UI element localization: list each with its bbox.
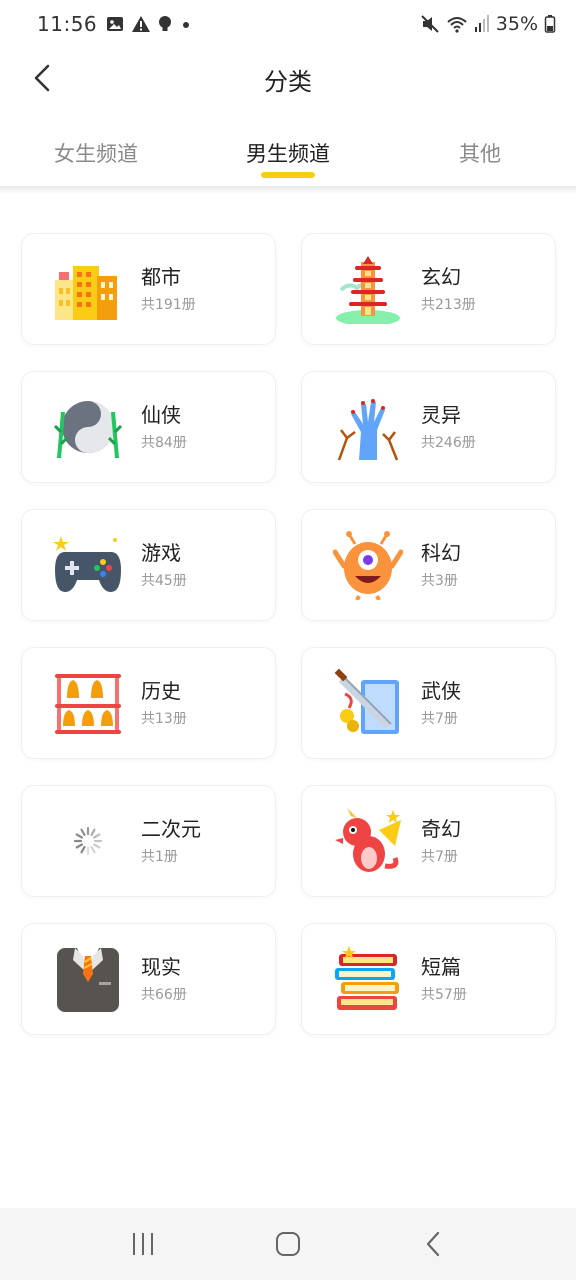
warning-icon <box>132 16 151 32</box>
status-left-icons <box>106 15 193 33</box>
bulb-icon <box>159 16 172 31</box>
category-count: 共213册 <box>421 297 476 313</box>
category-name: 现实 <box>141 955 181 979</box>
category-name: 武侠 <box>421 679 461 703</box>
wifi-icon <box>447 17 467 33</box>
category-card-youxi[interactable]: 游戏 共45册 <box>22 510 275 620</box>
mute-icon <box>421 15 439 33</box>
category-name: 灵异 <box>421 403 461 427</box>
system-back-button[interactable] <box>403 1214 463 1274</box>
tab-female-channel[interactable]: 女生频道 <box>0 126 192 188</box>
chime-bells-icon <box>55 674 121 734</box>
home-icon <box>275 1232 300 1256</box>
zombie-hand-icon <box>337 399 399 461</box>
active-tab-indicator <box>261 172 315 178</box>
category-name: 玄幻 <box>421 265 461 289</box>
pagoda-icon <box>336 256 400 324</box>
recent-apps-icon <box>132 1233 153 1255</box>
back-icon <box>427 1231 440 1257</box>
alien-monster-icon <box>333 531 403 600</box>
book-stack-icon <box>335 946 399 1010</box>
category-card-lishi[interactable]: 历史 共13册 <box>22 648 275 758</box>
category-grid: 都市 共191册 玄幻 共213册 仙侠 共84册 灵异 共246册 游戏 共4… <box>22 234 555 1034</box>
category-card-duanpian[interactable]: 短篇 共57册 <box>302 924 555 1034</box>
system-nav-bar <box>0 1208 576 1280</box>
signal-icon <box>474 15 489 32</box>
header: 分类 <box>0 48 576 110</box>
category-count: 共66册 <box>141 987 187 1003</box>
category-name: 奇幻 <box>421 817 461 841</box>
status-time: 11:56 <box>37 12 98 36</box>
category-card-erciyuan[interactable]: 二次元 共1册 <box>22 786 275 896</box>
dragon-icon <box>335 808 401 872</box>
image-icon <box>107 17 124 31</box>
category-count: 共7册 <box>421 849 458 865</box>
category-card-xianxia[interactable]: 仙侠 共84册 <box>22 372 275 482</box>
category-card-qihuan[interactable]: 奇幻 共7册 <box>302 786 555 896</box>
category-card-xuanhuan[interactable]: 玄幻 共213册 <box>302 234 555 344</box>
home-button[interactable] <box>258 1214 318 1274</box>
battery-percent: 35% <box>495 13 538 35</box>
tabs-divider <box>0 186 576 194</box>
city-buildings-icon <box>55 266 117 320</box>
category-count: 共45册 <box>141 573 187 589</box>
category-card-xianshi[interactable]: 现实 共66册 <box>22 924 275 1034</box>
tab-label: 其他 <box>459 142 501 166</box>
category-name: 短篇 <box>421 955 461 979</box>
battery-icon <box>544 15 556 33</box>
category-count: 共57册 <box>421 987 467 1003</box>
category-card-wuxia[interactable]: 武侠 共7册 <box>302 648 555 758</box>
category-name: 二次元 <box>141 817 201 841</box>
category-count: 共13册 <box>141 711 187 727</box>
category-name: 游戏 <box>141 541 181 565</box>
category-count: 共191册 <box>141 297 196 313</box>
tab-other[interactable]: 其他 <box>384 126 576 188</box>
loading-spinner-icon <box>73 826 103 856</box>
yin-yang-icon <box>53 401 123 459</box>
status-bar: 11:56 35% <box>0 0 576 48</box>
dot-icon <box>183 22 190 28</box>
channel-tabs: 女生频道 男生频道 其他 <box>0 126 576 188</box>
sword-book-icon <box>334 668 399 734</box>
category-count: 共1册 <box>141 849 178 865</box>
page-title: 分类 <box>264 68 312 96</box>
category-card-dushi[interactable]: 都市 共191册 <box>22 234 275 344</box>
status-right-icons: 35% <box>420 13 556 35</box>
category-name: 历史 <box>141 679 181 703</box>
category-name: 仙侠 <box>141 403 181 427</box>
gamepad-icon <box>53 536 121 592</box>
recent-apps-button[interactable] <box>113 1214 173 1274</box>
category-count: 共3册 <box>421 573 458 589</box>
category-name: 都市 <box>141 265 181 289</box>
category-count: 共7册 <box>421 711 458 727</box>
category-card-lingyi[interactable]: 灵异 共246册 <box>302 372 555 482</box>
category-count: 共246册 <box>421 435 476 451</box>
category-name: 科幻 <box>421 541 461 565</box>
tab-male-channel[interactable]: 男生频道 <box>192 126 384 188</box>
category-count: 共84册 <box>141 435 187 451</box>
suit-icon <box>57 948 119 1012</box>
tab-label: 女生频道 <box>54 142 138 166</box>
category-card-kehuan[interactable]: 科幻 共3册 <box>302 510 555 620</box>
